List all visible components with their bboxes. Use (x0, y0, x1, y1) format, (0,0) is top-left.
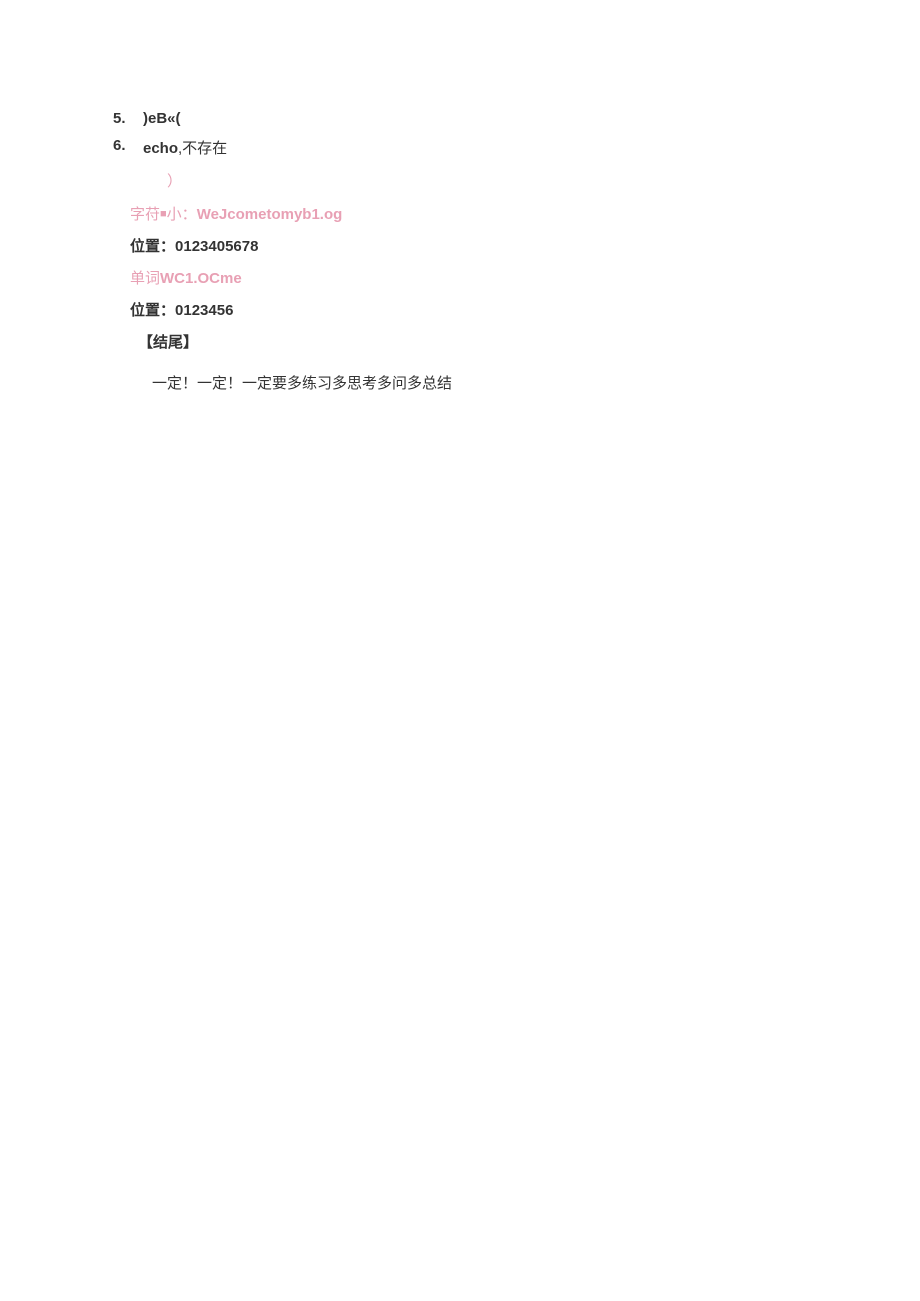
pos1-label: 位置： (130, 238, 175, 255)
list-text-bold: echo (143, 140, 178, 157)
end-marker: 【结尾】 (130, 329, 920, 356)
list-number: 5. (113, 110, 143, 127)
word-line: 单词WC1.OCme (130, 265, 920, 292)
list-item-6: 6. echo,不存在 (113, 137, 920, 158)
charstr-value: WeJcometomyb1.og (197, 206, 343, 223)
pos1-value: 0123405678 (175, 238, 258, 255)
charstr-small: ■ (160, 208, 167, 220)
charstr-label2: 小： (167, 206, 197, 223)
pos2-line: 位置：0123456 (130, 297, 920, 324)
word-label: 单词 (130, 270, 160, 287)
pos1-line: 位置：0123405678 (130, 233, 920, 260)
list-text: )eB«( (143, 110, 181, 127)
charstr-line: 字苻■小：WeJcometomyb1.og (130, 201, 920, 228)
pos2-label: 位置： (130, 302, 175, 319)
paren-line: ） (130, 168, 920, 195)
charstr-label: 字苻 (130, 206, 160, 223)
list-text-normal: ,不存在 (178, 137, 227, 158)
final-text: 一定！一定！一定要多练习多思考多问多总结 (130, 370, 920, 397)
list-item-5: 5. )eB«( (113, 110, 920, 127)
word-value: WC1.OCme (160, 270, 242, 287)
pos2-value: 0123456 (175, 302, 233, 319)
list-number: 6. (113, 137, 143, 158)
